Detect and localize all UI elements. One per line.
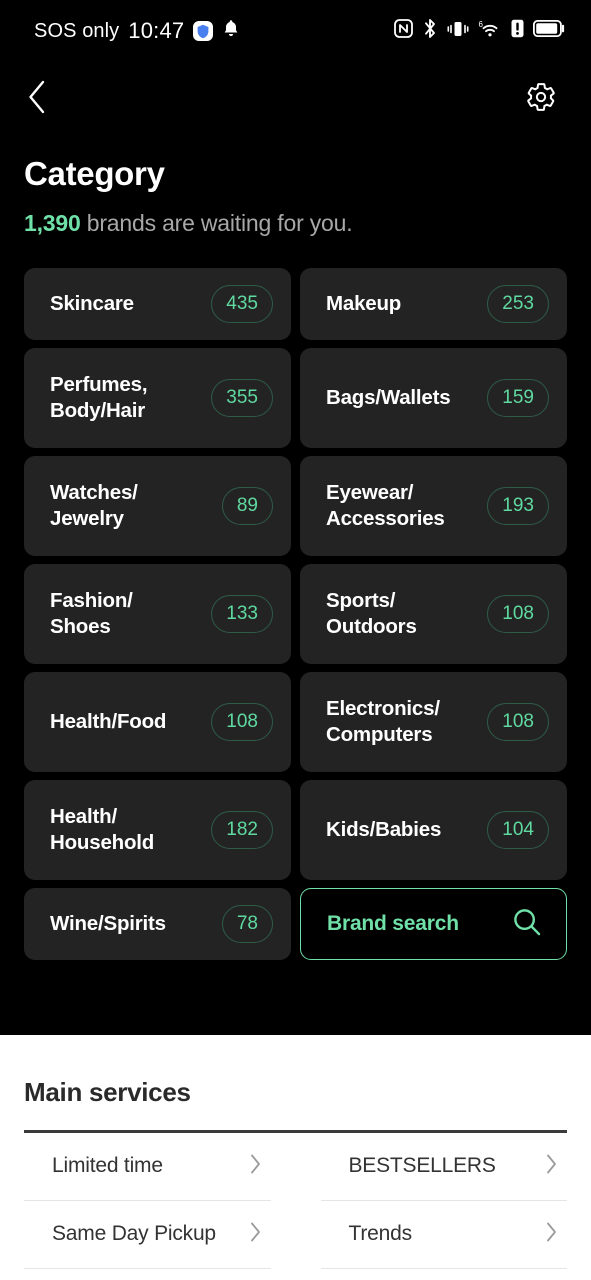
page-title: Category	[24, 155, 165, 192]
chevron-right-icon	[545, 1152, 559, 1181]
status-bar: SOS only 10:47 6	[0, 0, 591, 62]
category-label: Skincare	[50, 292, 134, 316]
category-card[interactable]: Bags/Wallets 159	[300, 348, 567, 449]
main-services-title: Main services	[24, 1077, 191, 1107]
clock-label: 10:47	[128, 18, 185, 43]
category-count-badge: 253	[487, 285, 549, 324]
category-label: Sports/ Outdoors	[326, 589, 417, 639]
service-label: Trends	[348, 1222, 413, 1246]
category-count-badge: 89	[221, 487, 273, 526]
warning-icon	[511, 19, 524, 43]
category-label: Perfumes, Body/Hair	[50, 373, 148, 423]
bluetooth-icon	[422, 18, 438, 44]
category-label: Fashion/ Shoes	[50, 589, 133, 639]
service-label: BESTSELLERS	[348, 1154, 496, 1178]
service-label: Limited time	[52, 1154, 163, 1178]
bell-icon	[222, 19, 240, 43]
category-card[interactable]: Perfumes, Body/Hair 355	[24, 348, 291, 449]
service-list-item[interactable]: Limited time	[24, 1133, 271, 1201]
category-count-badge: 159	[487, 379, 549, 418]
shield-icon	[193, 21, 214, 41]
chevron-right-icon	[249, 1152, 263, 1181]
category-card[interactable]: Kids/Babies 104	[300, 780, 567, 881]
service-list-item[interactable]: Trends	[320, 1201, 567, 1269]
category-label: Electronics/ Computers	[326, 697, 440, 747]
category-count-badge: 108	[487, 703, 549, 742]
category-label: Wine/Spirits	[50, 912, 166, 936]
back-button[interactable]	[20, 73, 54, 124]
category-count-badge: 108	[487, 595, 549, 634]
category-card[interactable]: Electronics/ Computers 108	[300, 672, 567, 773]
main-services-list: Limited time BESTSELLERS Same Day Pickup Tr…	[24, 1133, 567, 1269]
brand-count-subtitle: 1,390 brands are waiting for you.	[24, 209, 567, 238]
category-card[interactable]: Health/ Household 182	[24, 780, 291, 881]
wifi-6-icon: 6	[478, 19, 502, 44]
brand-search-button[interactable]: Brand search	[300, 888, 567, 961]
category-card[interactable]: Wine/Spirits 78	[24, 888, 291, 961]
category-label: Makeup	[326, 292, 402, 316]
brand-search-label: Brand search	[327, 912, 459, 936]
category-label: Bags/Wallets	[326, 386, 451, 410]
status-bar-left: SOS only 10:47	[34, 18, 240, 44]
category-count-badge: 133	[211, 595, 273, 634]
nav-bar	[0, 62, 591, 134]
category-count-badge: 78	[221, 905, 273, 944]
category-label: Health/ Household	[50, 805, 155, 855]
category-card[interactable]: Sports/ Outdoors 108	[300, 564, 567, 665]
chevron-right-icon	[545, 1220, 559, 1249]
category-grid: Skincare 435 Makeup 253 Perfumes, Body/Hair 3…	[0, 268, 591, 961]
service-list-item[interactable]: Same Day Pickup	[24, 1201, 271, 1269]
chevron-left-icon	[26, 79, 48, 118]
category-label: Health/Food	[50, 710, 167, 734]
brand-count-text: brands are waiting for you.	[80, 210, 353, 237]
category-label: Watches/ Jewelry	[50, 481, 138, 531]
carrier-label: SOS only	[34, 19, 120, 42]
battery-icon	[532, 19, 565, 42]
service-list-item[interactable]: BESTSELLERS	[320, 1133, 567, 1201]
category-card[interactable]: Fashion/ Shoes 133	[24, 564, 291, 665]
phone-screen: SOS only 10:47 6 Category 1,390 brands a…	[0, 0, 591, 1280]
chevron-right-icon	[249, 1220, 263, 1249]
settings-button[interactable]	[519, 75, 563, 122]
category-count-badge: 182	[211, 811, 273, 850]
category-card[interactable]: Health/Food 108	[24, 672, 291, 773]
nfc-icon	[394, 19, 413, 43]
category-count-badge: 108	[211, 703, 273, 742]
category-count-badge: 104	[487, 811, 549, 850]
category-card[interactable]: Eyewear/ Accessories 193	[300, 456, 567, 557]
category-count-badge: 193	[487, 487, 549, 526]
brand-count-value: 1,390	[24, 210, 81, 237]
gear-icon	[525, 81, 557, 116]
vibrate-icon	[447, 19, 469, 44]
category-card[interactable]: Skincare 435	[24, 268, 291, 341]
category-count-badge: 435	[211, 285, 273, 324]
category-card[interactable]: Makeup 253	[300, 268, 567, 341]
category-card[interactable]: Watches/ Jewelry 89	[24, 456, 291, 557]
category-label: Kids/Babies	[326, 818, 442, 842]
main-services-sheet: Main services Limited time BESTSELLERS Sam…	[0, 1035, 591, 1280]
service-label: Same Day Pickup	[52, 1222, 216, 1246]
category-count-badge: 355	[211, 379, 273, 418]
status-bar-right: 6	[394, 18, 565, 44]
category-label: Eyewear/ Accessories	[326, 481, 445, 531]
page-header: Category 1,390 brands are waiting for yo…	[0, 134, 591, 238]
search-icon	[510, 905, 544, 944]
